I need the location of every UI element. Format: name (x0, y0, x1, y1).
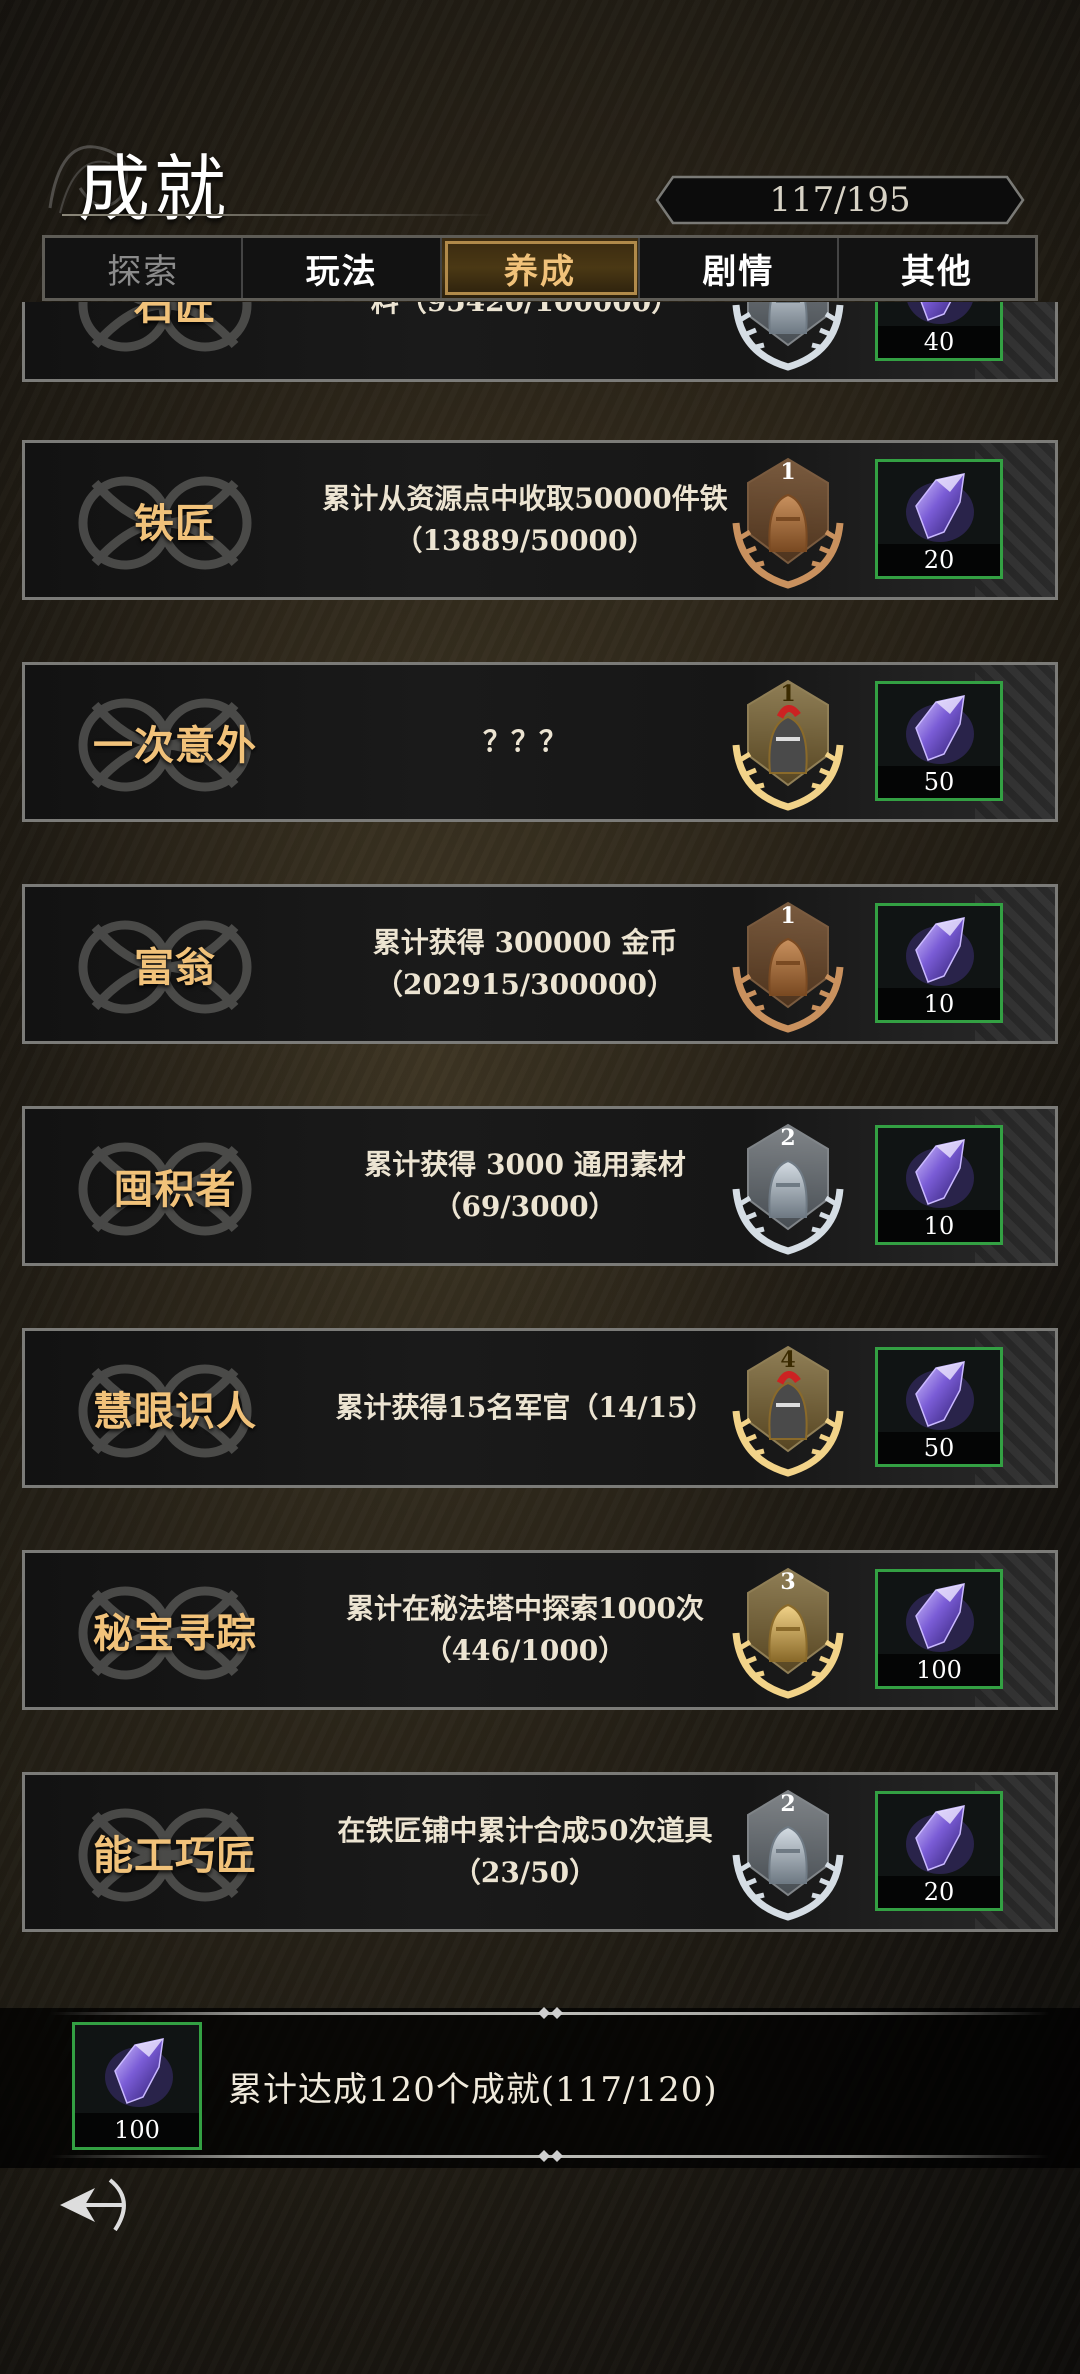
tab-growth[interactable]: 养成 (441, 238, 641, 298)
achievement-card[interactable]: 慧眼识人 累计获得15名军官（14/15） 4 50 (22, 1328, 1058, 1488)
achievement-medal: 1 (718, 897, 858, 1037)
medal-level: 3 (780, 1569, 796, 1595)
medal-level: 1 (780, 681, 796, 707)
achievement-card[interactable]: 秘宝寻踪 累计在秘法塔中探索1000次 （446/1000） 3 100 (22, 1550, 1058, 1710)
purple-crystal-icon (105, 2038, 173, 2107)
tab-explore[interactable]: 探索 (45, 238, 244, 298)
reward-quantity: 100 (75, 2113, 199, 2147)
achievement-desc-line1: 在铁匠铺中累计合成50次道具 (337, 1814, 713, 1847)
achievement-medal: 4 (718, 1341, 858, 1481)
purple-crystal-icon (906, 473, 974, 542)
reward-quantity: 100 (878, 1654, 1000, 1686)
reward-quantity: 10 (878, 1210, 1000, 1242)
total-achievement-text: 累计达成120个成就(117/120) (228, 2070, 718, 2110)
achievement-card[interactable]: 石匠 料（95420/100000） 40 (22, 302, 1058, 382)
reward-slot[interactable]: 40 (875, 302, 1003, 361)
reward-slot[interactable]: 50 (875, 681, 1003, 801)
purple-crystal-icon (906, 695, 974, 764)
achievement-name: 石匠 (134, 302, 216, 329)
reward-slot[interactable]: 10 (875, 1125, 1003, 1245)
achievement-desc-line2: （13889/50000） (394, 524, 656, 557)
medal-level: 1 (780, 903, 796, 929)
medal-level: 2 (780, 1125, 796, 1151)
achievement-name: 能工巧匠 (93, 1832, 257, 1879)
achievement-desc-line2: （23/50） (452, 1856, 598, 1889)
medal-level: 1 (780, 459, 796, 485)
achievement-medal: 2 (718, 1119, 858, 1259)
purple-crystal-icon (906, 1139, 974, 1208)
divider-top (50, 2007, 1050, 2019)
achievement-progress-badge: 117/195 (655, 175, 1025, 225)
helmet-laurel-medal-icon (732, 302, 844, 371)
achievement-medal: 1 (718, 675, 858, 815)
achievement-name: 囤积者 (113, 1166, 237, 1213)
reward-slot[interactable]: 100 (875, 1569, 1003, 1689)
achievement-medal (718, 302, 858, 375)
achievement-description: 累计从资源点中收取50000件铁 （13889/50000） (295, 443, 755, 597)
achievement-name: 铁匠 (134, 500, 216, 547)
achievement-description: ？？？ (295, 665, 755, 819)
reward-slot[interactable]: 20 (875, 1791, 1003, 1911)
achievement-description: 在铁匠铺中累计合成50次道具 （23/50） (295, 1775, 755, 1929)
achievement-desc-line2: （446/1000） (423, 1634, 627, 1667)
achievement-card[interactable]: 富翁 累计获得 300000 金币 （202915/300000） 1 10 (22, 884, 1058, 1044)
achievement-list[interactable]: 石匠 料（95420/100000） 40 (0, 302, 1080, 1982)
achievement-card[interactable]: 铁匠 累计从资源点中收取50000件铁 （13889/50000） 1 20 (22, 440, 1058, 600)
achievement-medal: 2 (718, 1785, 858, 1925)
category-tabs: 探索 玩法 养成 剧情 其他 (42, 235, 1038, 301)
tab-story[interactable]: 剧情 (640, 238, 839, 298)
achievement-desc-line1: ？？？ (482, 725, 567, 758)
reward-slot[interactable]: 50 (875, 1347, 1003, 1467)
reward-quantity: 50 (878, 766, 1000, 798)
purple-crystal-icon (906, 1361, 974, 1430)
achievement-medal: 1 (718, 453, 858, 593)
achievement-medal: 3 (718, 1563, 858, 1703)
tab-gameplay[interactable]: 玩法 (243, 238, 442, 298)
reward-quantity: 40 (878, 326, 1000, 358)
total-reward-slot[interactable]: 100 (72, 2022, 202, 2150)
medal-level: 2 (780, 1791, 796, 1817)
reward-quantity: 10 (878, 988, 1000, 1020)
achievement-card[interactable]: 一次意外 ？？？ 1 50 (22, 662, 1058, 822)
achievement-name: 富翁 (134, 944, 216, 991)
page-title: 成就 (78, 147, 231, 231)
medal-level: 4 (780, 1347, 796, 1373)
header: 成就 (40, 120, 492, 231)
achievement-desc-line1: 累计从资源点中收取50000件铁 (322, 482, 728, 515)
tab-other[interactable]: 其他 (839, 238, 1035, 298)
achievement-desc-line1: 累计获得 300000 金币 (372, 926, 678, 959)
reward-slot[interactable]: 20 (875, 459, 1003, 579)
purple-crystal-icon (906, 1583, 974, 1652)
reward-quantity: 20 (878, 1876, 1000, 1908)
achievement-progress-text: 117/195 (769, 180, 911, 220)
achievement-name: 慧眼识人 (93, 1388, 257, 1435)
reward-quantity: 50 (878, 1432, 1000, 1464)
achievement-name: 一次意外 (93, 722, 257, 769)
achievement-description: 累计获得 3000 通用素材 （69/3000） (295, 1109, 755, 1263)
achievement-description: 累计获得 300000 金币 （202915/300000） (295, 887, 755, 1041)
achievement-desc-line1: 累计获得 3000 通用素材 (364, 1148, 686, 1181)
achievement-description: 累计在秘法塔中探索1000次 （446/1000） (295, 1553, 755, 1707)
achievement-desc-line2: （69/3000） (433, 1190, 617, 1223)
achievement-card[interactable]: 囤积者 累计获得 3000 通用素材 （69/3000） 2 10 (22, 1106, 1058, 1266)
achievement-description: 累计获得15名军官（14/15） (295, 1331, 755, 1485)
achievement-desc-line1: 累计获得15名军官（14/15） (335, 1391, 715, 1424)
reward-quantity: 20 (878, 544, 1000, 576)
achievement-desc-line2: 料（95420/100000） (371, 302, 680, 323)
achievement-description: 料（95420/100000） (295, 302, 755, 379)
purple-crystal-icon (906, 917, 974, 986)
reward-slot[interactable]: 10 (875, 903, 1003, 1023)
achievement-desc-line1: 累计在秘法塔中探索1000次 (346, 1592, 704, 1625)
achievement-desc-line2: （202915/300000） (374, 968, 676, 1001)
back-arrow-icon[interactable] (55, 2170, 145, 2240)
achievement-name: 秘宝寻踪 (93, 1610, 257, 1657)
title-underline (62, 214, 492, 216)
achievement-card[interactable]: 能工巧匠 在铁匠铺中累计合成50次道具 （23/50） 2 20 (22, 1772, 1058, 1932)
purple-crystal-icon (906, 1805, 974, 1874)
divider-bottom (50, 2150, 1050, 2162)
